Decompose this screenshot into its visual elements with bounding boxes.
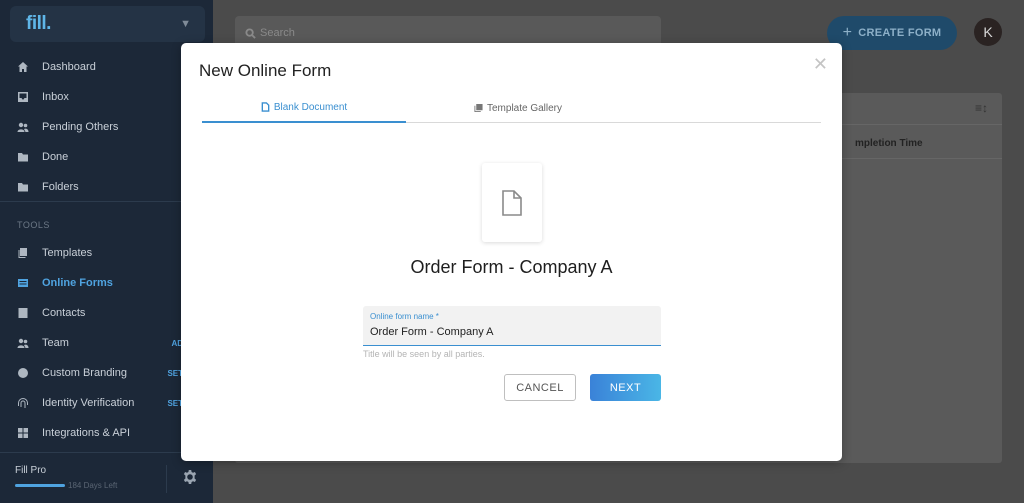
sidebar-item-label: Contacts bbox=[42, 307, 86, 319]
palette-icon bbox=[17, 367, 29, 379]
tab-label: Template Gallery bbox=[486, 102, 563, 114]
people-icon bbox=[17, 121, 29, 133]
search-placeholder: Search bbox=[260, 27, 295, 39]
document-icon bbox=[502, 189, 522, 216]
sidebar-item-label: Identity Verification bbox=[42, 397, 135, 409]
plus-icon: + bbox=[842, 24, 853, 41]
sidebar-item-label: Templates bbox=[42, 247, 93, 259]
gallery-icon bbox=[474, 103, 483, 113]
column-header-completion-time[interactable]: mpletion Time bbox=[855, 138, 923, 149]
modal-title: New Online Form bbox=[199, 61, 332, 80]
grid-icon bbox=[17, 427, 29, 439]
document-preview bbox=[482, 163, 542, 242]
create-form-label: CREATE FORM bbox=[858, 27, 942, 39]
create-form-button[interactable]: + CREATE FORM bbox=[827, 16, 957, 50]
fingerprint-icon bbox=[17, 397, 29, 409]
next-button[interactable]: NEXT bbox=[590, 374, 661, 401]
sort-icon[interactable]: ≡↕ bbox=[975, 101, 988, 115]
folder-check-icon bbox=[17, 151, 29, 163]
sidebar-item-label: Folders bbox=[42, 181, 79, 193]
document-icon bbox=[261, 102, 270, 112]
team-icon bbox=[17, 337, 29, 349]
tab-template-gallery[interactable]: Template Gallery bbox=[416, 93, 620, 123]
days-left: 184 Days Left bbox=[68, 481, 118, 490]
contacts-icon bbox=[17, 307, 29, 319]
tab-blank-document[interactable]: Blank Document bbox=[202, 93, 406, 123]
new-online-form-modal: New Online Form ✕ Blank Document Templat… bbox=[181, 43, 842, 461]
cancel-button[interactable]: CANCEL bbox=[504, 374, 576, 401]
plan-progress-bar bbox=[15, 484, 65, 487]
sidebar-item-label: Integrations & API bbox=[42, 427, 131, 439]
tools-section-label: TOOLS bbox=[17, 220, 50, 230]
home-icon bbox=[17, 61, 29, 73]
plan-name: Fill Pro bbox=[15, 465, 47, 476]
field-label: Online form name * bbox=[370, 312, 439, 321]
document-name-heading: Order Form - Company A bbox=[410, 257, 613, 277]
fill-logo: fill. bbox=[26, 13, 51, 34]
sidebar-item-label: Custom Branding bbox=[42, 367, 127, 379]
field-hint: Title will be seen by all parties. bbox=[363, 349, 485, 359]
avatar[interactable]: K bbox=[974, 18, 1002, 46]
modal-tabs: Blank Document Template Gallery bbox=[202, 93, 821, 123]
templates-icon bbox=[17, 247, 29, 259]
folder-icon bbox=[17, 181, 29, 193]
forms-icon bbox=[17, 277, 29, 289]
sidebar-footer: Fill Pro 184 Days Left bbox=[0, 452, 213, 503]
sidebar-item-label: Dashboard bbox=[42, 61, 96, 73]
online-form-name-input[interactable] bbox=[370, 324, 650, 339]
chevron-down-icon: ▼ bbox=[180, 18, 191, 30]
footer-separator bbox=[166, 465, 167, 493]
inbox-icon bbox=[17, 91, 29, 103]
sidebar-item-label: Pending Others bbox=[42, 121, 119, 133]
online-form-name-field[interactable]: Online form name * bbox=[363, 306, 661, 346]
sidebar-item-label: Online Forms bbox=[42, 277, 113, 289]
sidebar-item-label: Inbox bbox=[42, 91, 69, 103]
close-icon[interactable]: ✕ bbox=[813, 55, 828, 73]
sidebar-item-label: Done bbox=[42, 151, 69, 163]
gear-icon[interactable] bbox=[182, 469, 198, 485]
sidebar-item-label: Team bbox=[42, 337, 69, 349]
tab-label: Blank Document bbox=[273, 101, 348, 113]
workspace-switcher[interactable]: fill. ▼ bbox=[10, 6, 205, 42]
search-icon bbox=[245, 27, 256, 39]
